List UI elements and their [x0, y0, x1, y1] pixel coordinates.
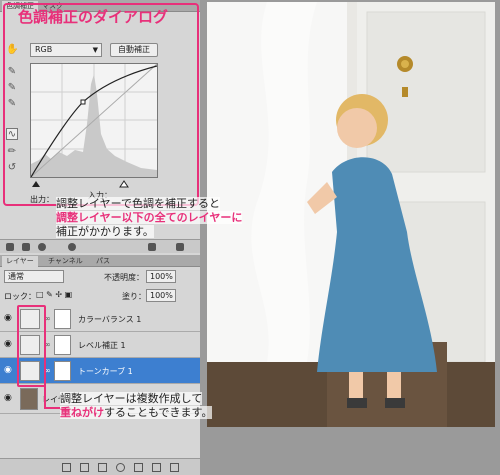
annotation-line: することもできます。	[104, 406, 213, 419]
lock-row: ロック： □ ✎ ✢ ▣ 塗り： 100%	[4, 289, 196, 303]
annotation-line: 調整レイヤーで色調を補正すると	[56, 197, 221, 210]
clip-icon[interactable]	[22, 243, 30, 251]
reset-icon[interactable]	[148, 243, 156, 251]
blend-mode-select[interactable]: 通常	[4, 270, 64, 283]
layer-mask-thumbnail[interactable]	[54, 361, 71, 381]
new-adjustment-layer-icon[interactable]	[116, 463, 125, 472]
layers-footer	[0, 458, 200, 475]
channel-value: RGB	[35, 45, 53, 54]
tab-channels[interactable]: チャンネル	[44, 256, 87, 267]
auto-button[interactable]: 自動補正	[110, 43, 158, 57]
eyedropper-gray-icon[interactable]: ✎	[6, 82, 18, 94]
image-thumbnail	[20, 388, 38, 410]
annotation-line: 補正がかかります。	[56, 225, 154, 238]
fill-input[interactable]: 100%	[146, 289, 176, 302]
panel-title: 色調補正のダイアログ	[18, 8, 169, 26]
black-point-slider[interactable]	[32, 181, 40, 187]
tab-paths[interactable]: パス	[92, 256, 114, 267]
trash-icon[interactable]	[170, 463, 179, 472]
eye-icon[interactable]: ◉	[4, 340, 14, 349]
link-layers-icon[interactable]	[62, 463, 71, 472]
curves-graph[interactable]	[30, 63, 158, 178]
histogram	[31, 74, 157, 177]
opacity-input[interactable]: 100%	[146, 270, 176, 283]
layer-mask-thumbnail[interactable]	[54, 309, 71, 329]
annotation-line-highlight: 調整レイヤー以下の全てのレイヤーに	[56, 211, 243, 224]
chevron-down-icon: ▼	[92, 46, 98, 54]
adjustments-footer	[0, 239, 200, 253]
curve-point[interactable]	[80, 99, 86, 105]
eye-icon[interactable]: ◉	[4, 314, 14, 323]
curves-svg	[30, 63, 158, 178]
new-group-icon[interactable]	[134, 463, 143, 472]
visibility-icon[interactable]	[38, 243, 46, 251]
annotation-highlight: 重ねがけ	[60, 406, 104, 419]
output-label: 出力：	[30, 195, 54, 204]
pencil-tool-icon[interactable]: ✏	[6, 146, 18, 158]
annotation-layers-note: 調整レイヤーは複数作成して 重ねがけすることもできます。	[60, 392, 300, 420]
input-slider[interactable]	[30, 180, 158, 188]
layers-tabbar: レイヤー チャンネル パス	[0, 255, 200, 267]
layer-name: レベル補正 1	[78, 341, 126, 350]
tab-layers[interactable]: レイヤー	[2, 256, 38, 267]
channel-select[interactable]: RGB ▼	[30, 43, 102, 57]
opacity-label: 不透明度：	[104, 273, 144, 282]
hand-tool-icon[interactable]: ✋	[6, 44, 18, 56]
eyedropper-black-icon[interactable]: ✎	[6, 66, 18, 78]
eyedropper-white-icon[interactable]: ✎	[6, 98, 18, 110]
add-mask-icon[interactable]	[98, 463, 107, 472]
adjustment-layers-highlight	[17, 305, 46, 387]
white-point-slider[interactable]	[119, 180, 129, 188]
blend-row: 通常 不透明度： 100%	[4, 270, 196, 284]
annotation-arrow	[44, 385, 46, 409]
trash-icon[interactable]	[176, 243, 184, 251]
lock-icons[interactable]: □ ✎ ✢ ▣	[36, 290, 72, 299]
layer-name: トーンカーブ 1	[78, 367, 133, 376]
layer-mask-thumbnail[interactable]	[54, 335, 71, 355]
smooth-icon[interactable]: ↺	[6, 162, 18, 174]
eye-icon[interactable]: ◉	[4, 394, 14, 403]
curve-point-tool-icon[interactable]: ∿	[6, 128, 18, 140]
eye-icon[interactable]: ◉	[4, 366, 14, 375]
annotation-adjustment-note: 調整レイヤーで色調を補正すると 調整レイヤー以下の全てのレイヤーに 補正がかかり…	[56, 197, 296, 239]
layer-name: カラーバランス 1	[78, 315, 142, 324]
fill-label: 塗り：	[122, 292, 146, 301]
back-icon[interactable]	[6, 243, 14, 251]
lock-label: ロック：	[4, 292, 36, 301]
eye-preview-icon[interactable]	[68, 243, 76, 251]
new-layer-icon[interactable]	[152, 463, 161, 472]
fx-icon[interactable]	[80, 463, 89, 472]
annotation-line: 調整レイヤーは複数作成して	[60, 392, 203, 405]
annotation-arrow	[44, 407, 60, 409]
